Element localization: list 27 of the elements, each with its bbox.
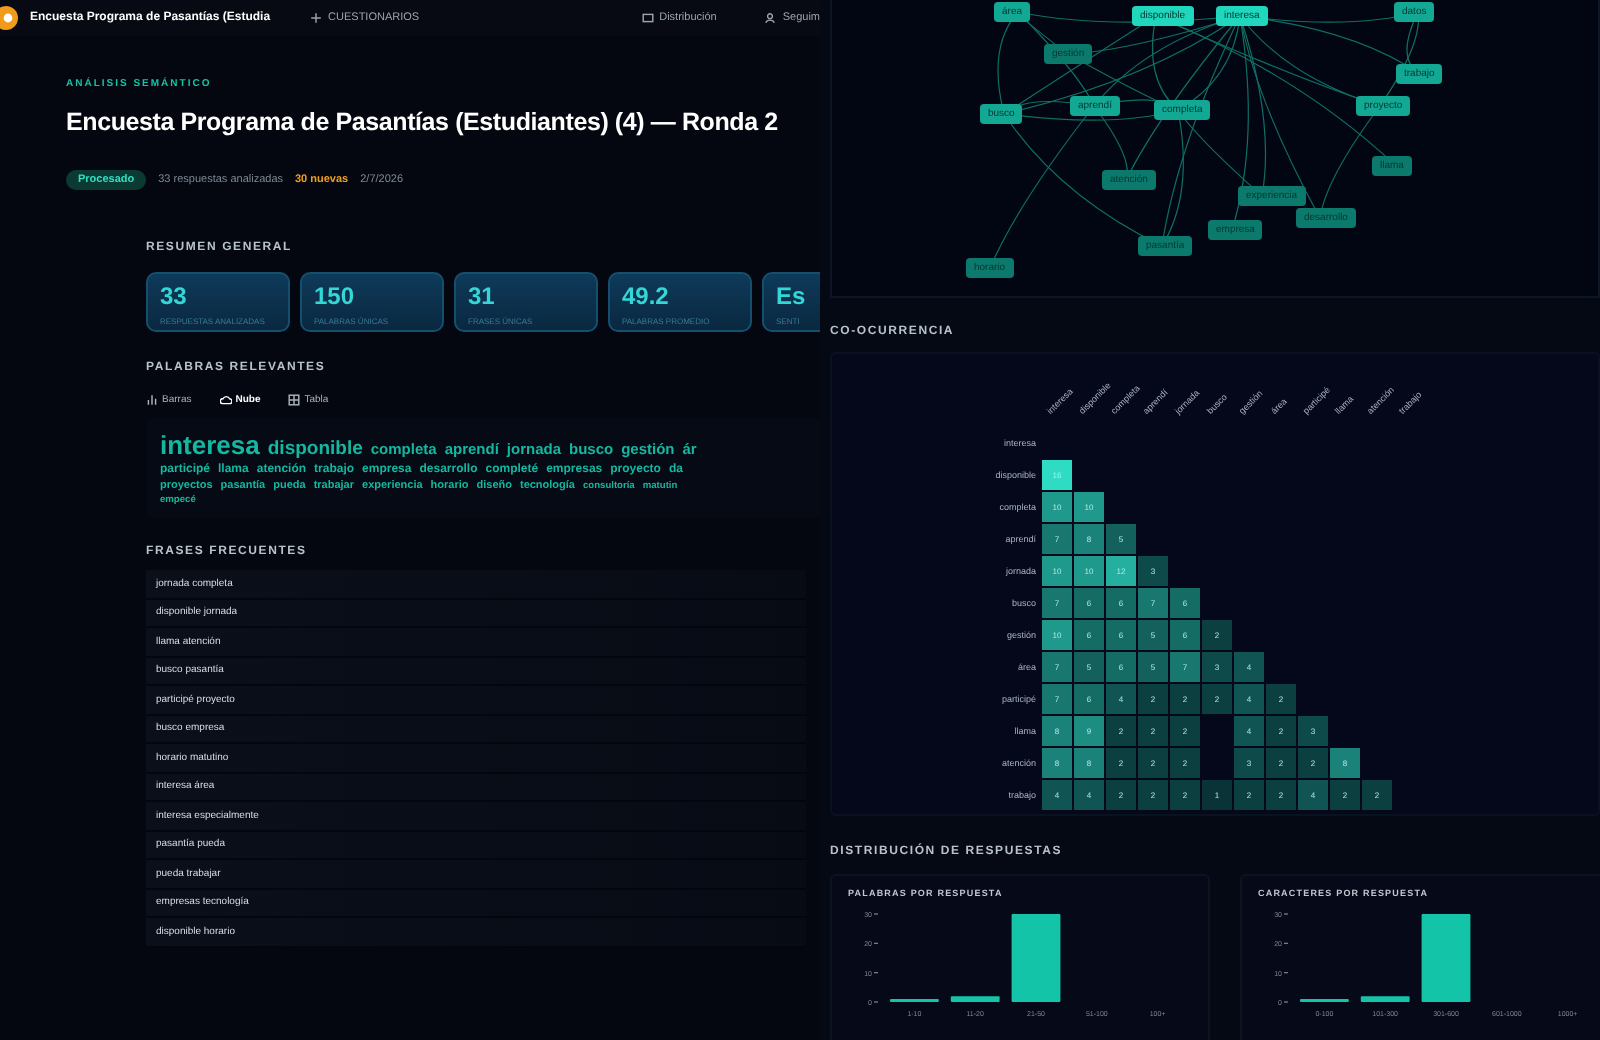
stat-value: Es: [776, 282, 808, 310]
stat-value: 31: [468, 282, 497, 310]
logo-icon: [0, 6, 18, 30]
stat-value: 150: [314, 282, 357, 310]
histogram-bar: [1360, 996, 1410, 1002]
share-icon: [641, 12, 654, 24]
cloud-word: interesa: [160, 430, 260, 460]
tick-mark: [873, 942, 879, 944]
stat-value: 33: [160, 282, 189, 310]
plus-icon: [310, 12, 323, 24]
table-icon: [288, 394, 301, 406]
tick-mark: [873, 913, 879, 915]
page-title: Encuesta Programa de Pasantías (Estudiantes) (4) — Ronda 2: [66, 108, 780, 136]
cloud-icon: [219, 394, 232, 406]
stat-value: 49.2: [622, 282, 671, 310]
histogram-bar: [950, 996, 1000, 1002]
tick-mark: [1283, 942, 1289, 944]
tick-mark: [1283, 972, 1289, 974]
histogram-bar: [1421, 914, 1471, 1002]
tick-mark: [1283, 913, 1289, 915]
tick-mark: [1283, 1001, 1289, 1003]
cloud-word: disponible: [267, 438, 363, 460]
histogram-bar: [1011, 914, 1061, 1002]
bar-chart-icon: [146, 394, 158, 406]
person-icon: [764, 12, 777, 24]
tick-mark: [873, 972, 879, 974]
tick-mark: [873, 1001, 879, 1003]
